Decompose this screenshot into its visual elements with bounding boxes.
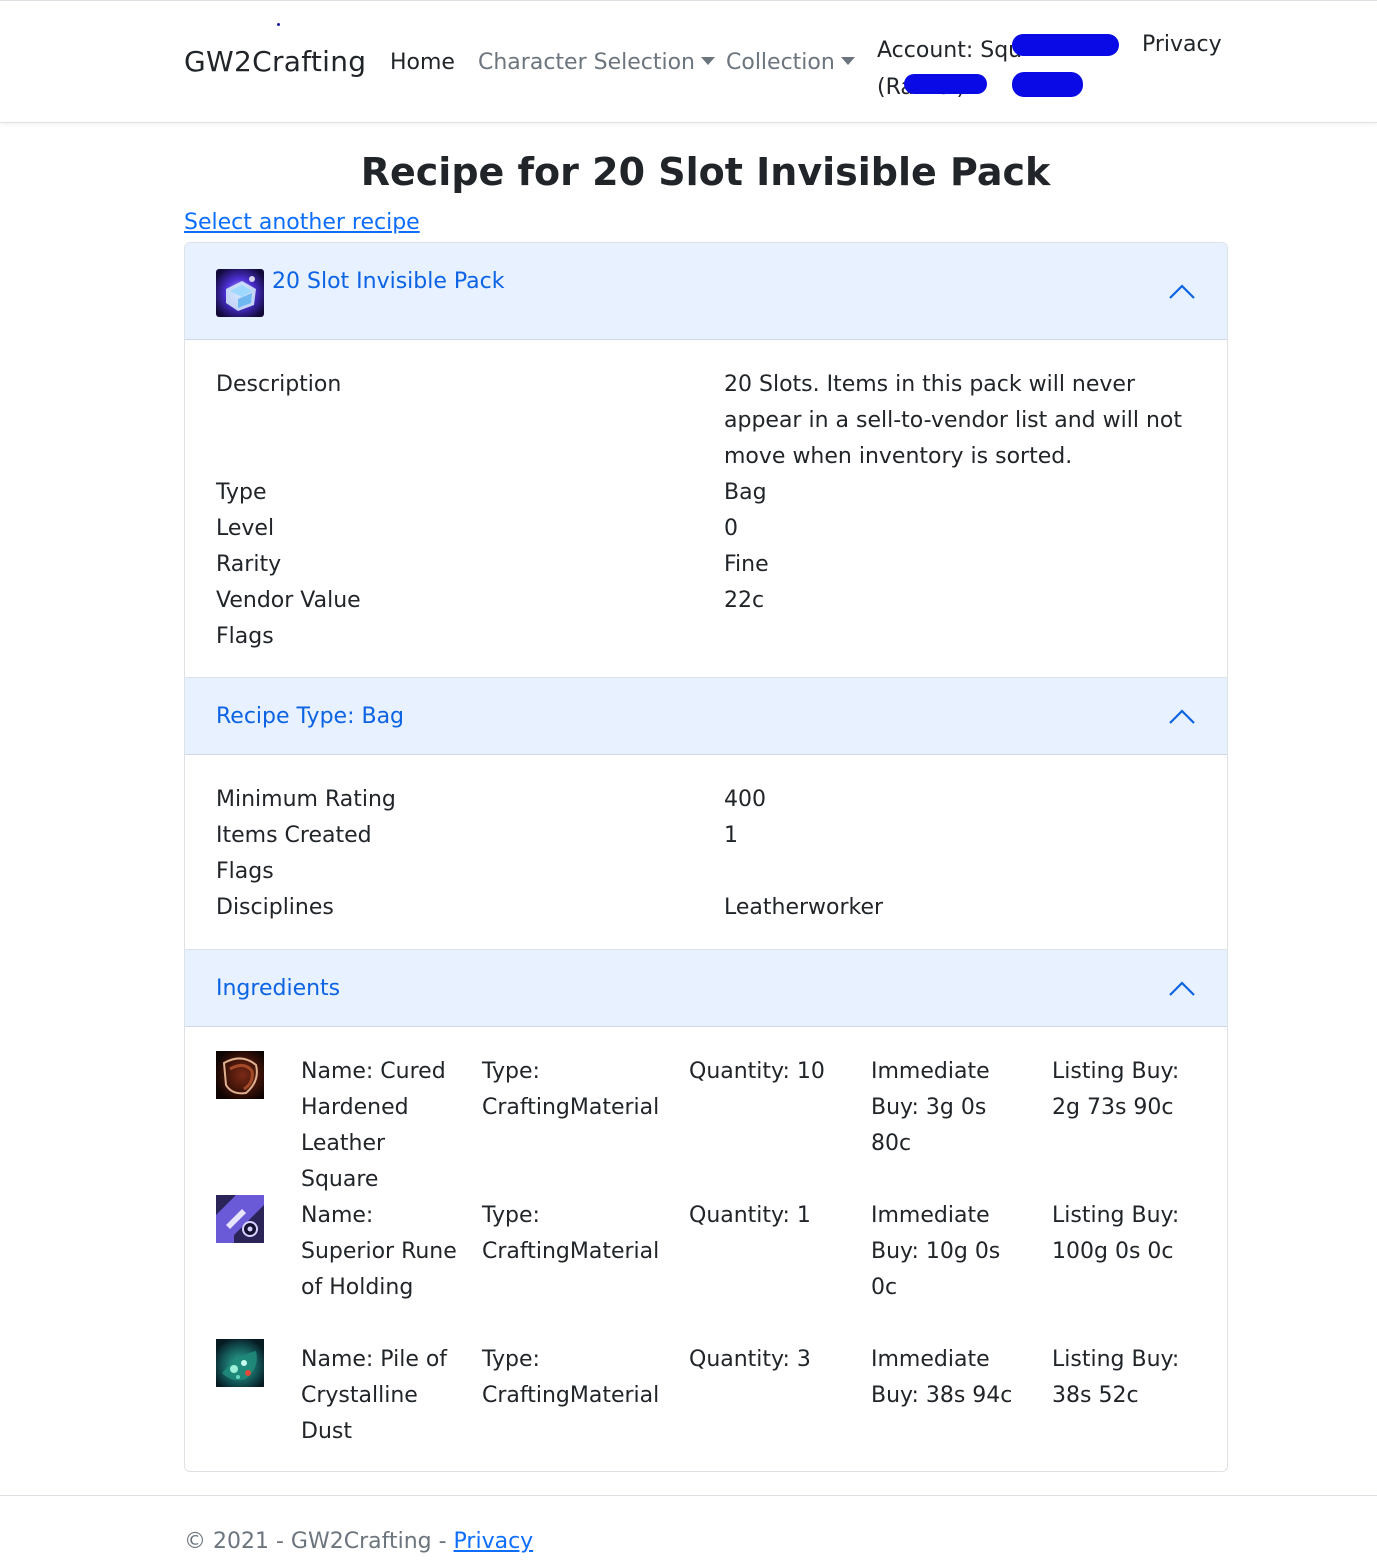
recipe-row-value: 400 bbox=[724, 787, 766, 812]
item-row-value: Bag bbox=[724, 480, 767, 505]
nav-character-selection-dropdown[interactable]: Character Selection bbox=[478, 50, 715, 75]
item-row-value: Fine bbox=[724, 552, 769, 577]
nav-character-selection-label: Character Selection bbox=[478, 50, 695, 75]
item-row-label: Flags bbox=[216, 624, 274, 649]
redaction-mark bbox=[1012, 72, 1083, 97]
ingredient-immediate-buy: Immediate Buy: 38s 94c bbox=[871, 1347, 1013, 1408]
ingredient-type: Type: CraftingMaterial bbox=[482, 1059, 660, 1120]
item-panel-header[interactable]: 20 Slot Invisible Pack bbox=[185, 243, 1227, 340]
item-row-label: Vendor Value bbox=[216, 588, 361, 613]
nav-collection-label: Collection bbox=[726, 50, 835, 75]
item-row-label: Type bbox=[216, 480, 267, 505]
recipe-accordion: 20 Slot Invisible Pack Description 20 Sl… bbox=[184, 242, 1228, 1472]
ingredient-quantity: Quantity: 10 bbox=[689, 1059, 825, 1084]
footer-text: © 2021 - GW2Crafting - Privacy bbox=[184, 1529, 533, 1554]
ingredient-immediate-buy: Immediate Buy: 3g 0s 80c bbox=[871, 1059, 990, 1156]
nav-collection-dropdown[interactable]: Collection bbox=[726, 50, 855, 75]
redaction-mark bbox=[1012, 34, 1119, 56]
chevron-up-icon bbox=[1169, 709, 1195, 724]
select-another-recipe-link[interactable]: Select another recipe bbox=[184, 210, 420, 235]
nav-home-link[interactable]: Home bbox=[390, 50, 455, 75]
rune-of-holding-icon bbox=[216, 1195, 264, 1243]
crystalline-dust-icon bbox=[216, 1339, 264, 1387]
item-row-value: 20 Slots. Items in this pack will never … bbox=[724, 372, 1182, 469]
page-title: Recipe for 20 Slot Invisible Pack bbox=[360, 150, 1051, 194]
recipe-row-value: Leatherworker bbox=[724, 895, 884, 920]
navbar: GW2Crafting Home Character Selection Col… bbox=[0, 0, 1377, 123]
recipe-row-label: Items Created bbox=[216, 823, 372, 848]
footer-privacy-link[interactable]: Privacy bbox=[454, 1529, 534, 1554]
leather-square-icon bbox=[216, 1051, 264, 1099]
caret-down-icon bbox=[840, 57, 855, 65]
ingredients-panel-title: Ingredients bbox=[216, 976, 341, 1001]
ingredient-name: Name: Superior Rune of Holding bbox=[301, 1203, 457, 1300]
recipe-panel-header[interactable]: Recipe Type: Bag bbox=[185, 677, 1227, 755]
item-row-label: Level bbox=[216, 516, 275, 541]
item-panel-title: 20 Slot Invisible Pack bbox=[272, 269, 505, 294]
caret-down-icon bbox=[701, 57, 715, 65]
chevron-up-icon bbox=[1169, 981, 1195, 996]
recipe-row-label: Disciplines bbox=[216, 895, 334, 920]
stray-dot bbox=[277, 23, 280, 26]
ingredient-type: Type: CraftingMaterial bbox=[482, 1347, 660, 1408]
footer-copyright: © 2021 - GW2Crafting - bbox=[184, 1529, 454, 1554]
brand-link[interactable]: GW2Crafting bbox=[184, 45, 366, 78]
invisible-pack-icon bbox=[216, 269, 264, 317]
recipe-panel-title: Recipe Type: Bag bbox=[216, 704, 405, 729]
account-info: Account: Squ (Ra Be ) bbox=[877, 32, 1022, 106]
recipe-row-label: Minimum Rating bbox=[216, 787, 396, 812]
nav-privacy-link[interactable]: Privacy bbox=[1142, 32, 1222, 57]
ingredient-quantity: Quantity: 3 bbox=[689, 1347, 811, 1372]
item-row-value: 0 bbox=[724, 516, 738, 541]
ingredient-quantity: Quantity: 1 bbox=[689, 1203, 811, 1228]
account-line-1: Account: Squ bbox=[877, 38, 1023, 63]
ingredient-type: Type: CraftingMaterial bbox=[482, 1203, 660, 1264]
item-row-label: Description bbox=[216, 372, 342, 397]
ingredient-name: Name: Cured Hardened Leather Square bbox=[301, 1059, 446, 1192]
recipe-row-label: Flags bbox=[216, 859, 274, 884]
ingredient-immediate-buy: Immediate Buy: 10g 0s 0c bbox=[871, 1203, 1001, 1300]
redaction-mark bbox=[904, 74, 987, 94]
ingredient-listing-buy: Listing Buy: 100g 0s 0c bbox=[1052, 1203, 1180, 1264]
item-row-label: Rarity bbox=[216, 552, 282, 577]
ingredients-panel-header[interactable]: Ingredients bbox=[185, 949, 1227, 1027]
ingredient-listing-buy: Listing Buy: 2g 73s 90c bbox=[1052, 1059, 1180, 1120]
ingredient-listing-buy: Listing Buy: 38s 52c bbox=[1052, 1347, 1180, 1408]
footer: © 2021 - GW2Crafting - Privacy bbox=[0, 1495, 1377, 1564]
ingredient-name: Name: Pile of Crystalline Dust bbox=[301, 1347, 448, 1444]
recipe-row-value: 1 bbox=[724, 823, 738, 848]
chevron-up-icon bbox=[1169, 284, 1195, 299]
item-row-value: 22c bbox=[724, 588, 765, 613]
